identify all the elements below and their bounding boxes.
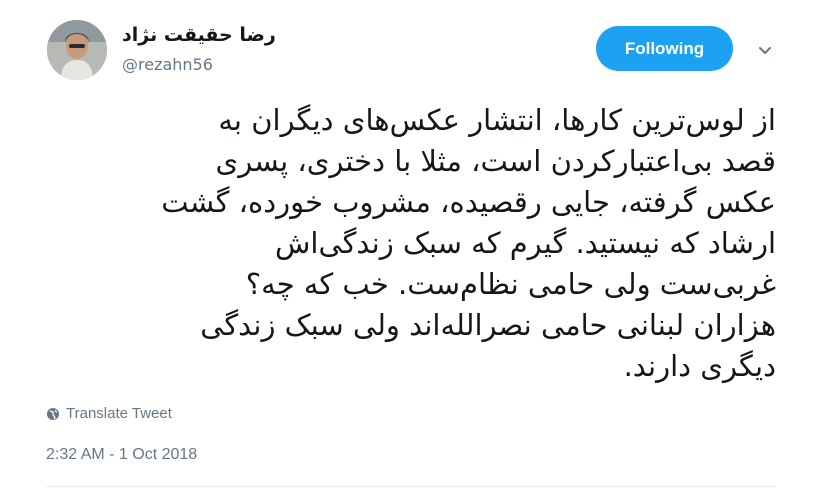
tweet-line: عکس گرفته، جایی رقصیده، مشروب خورده، گشت [161,185,776,219]
translate-label: Translate Tweet [66,405,172,422]
translate-tweet-link[interactable]: Translate Tweet [46,405,172,422]
tweet-line: غربی‌ست ولی حامی نظام‌ست. خب که چه؟ [245,267,776,301]
divider [46,486,776,487]
tweet-timestamp[interactable]: 2:32 AM - 1 Oct 2018 [46,446,197,464]
tweet-line: از لوس‌ترین کارها، انتشار عکس‌های دیگران… [218,103,776,137]
tweet-line: ارشاد که نیستید. گیرم که سبک زندگی‌اش [274,226,776,260]
display-name[interactable]: رضا حقیقت نژاد [122,24,276,46]
following-button[interactable]: Following [596,26,733,71]
user-handle[interactable]: @rezahn56 [122,55,213,74]
globe-icon [47,407,59,420]
tweet-line: دیگری دارند. [623,349,776,383]
tweet-text: از لوس‌ترین کارها، انتشار عکس‌های دیگران… [16,100,776,387]
tweet-line: قصد بی‌اعتبارکردن است، مثلا با دختری، پس… [215,144,777,178]
chevron-down-icon[interactable] [757,43,773,57]
tweet-line: هزاران لبنانی حامی نصرالله‌اند ولی سبک ز… [200,308,776,342]
avatar[interactable] [47,20,107,80]
